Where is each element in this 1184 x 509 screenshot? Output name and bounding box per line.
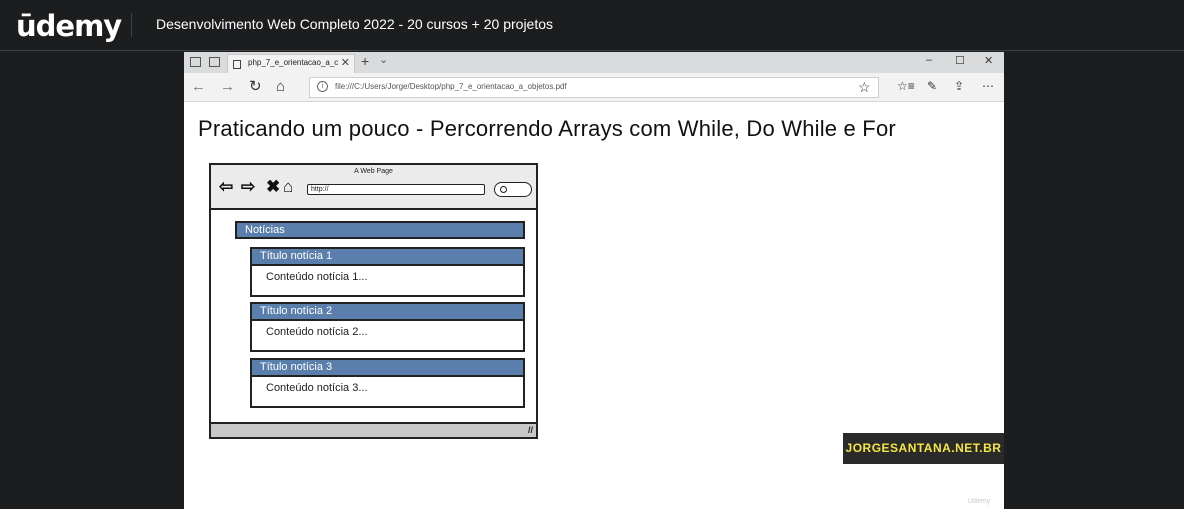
back-arrow-icon[interactable]: ← [191, 78, 206, 95]
pdf-icon [233, 60, 241, 69]
course-title[interactable]: Desenvolvimento Web Completo 2022 - 20 c… [156, 15, 553, 33]
forward-arrow-icon[interactable]: → [220, 78, 235, 95]
udemy-logo[interactable]: ūdemy [16, 4, 122, 44]
news-card-content: Conteúdo notícia 3... [266, 382, 368, 394]
mockup-status-bar: // [211, 422, 536, 437]
set-aside-tabs-icon[interactable] [209, 57, 220, 67]
browser-tab[interactable]: php_7_e_orientacao_a_c ✕ [227, 54, 355, 73]
course-header: ūdemy Desenvolvimento Web Completo 2022 … [0, 0, 1184, 51]
news-card-title: Título notícia 2 [252, 304, 523, 321]
mockup-stop-icon: ✖ [266, 177, 281, 196]
mockup-news-card: Título notícia 2 Conteúdo notícia 2... [250, 302, 525, 352]
pen-icon[interactable]: ✎ [927, 79, 937, 93]
close-window-button[interactable]: ✕ [984, 54, 993, 67]
news-card-content: Conteúdo notícia 1... [266, 271, 368, 283]
refresh-icon[interactable]: ↻ [249, 78, 262, 95]
chevron-down-icon[interactable]: ⌄ [379, 53, 388, 66]
close-tab-icon[interactable]: ✕ [341, 56, 350, 69]
address-text: file:///C:/Users/Jorge/Desktop/php_7_e_o… [335, 82, 567, 91]
wireframe-mockup: A Web Page ⇦ ⇨ ✖ ⌂ http:// Notícias Títu… [209, 163, 538, 439]
mockup-window-title: A Web Page [354, 168, 393, 175]
new-tab-button[interactable]: + [361, 53, 369, 69]
mockup-forward-icon: ⇨ [241, 177, 256, 196]
mockup-news-card: Título notícia 3 Conteúdo notícia 3... [250, 358, 525, 408]
udemy-corner-watermark: Udemy [968, 498, 991, 505]
mockup-section-header: Notícias [235, 221, 525, 239]
more-icon[interactable]: ⋯ [982, 79, 994, 93]
share-icon[interactable]: ⇪ [954, 79, 964, 93]
news-card-title: Título notícia 3 [252, 360, 523, 377]
slide-title: Praticando um pouco - Percorrendo Arrays… [198, 116, 896, 141]
mockup-url-field: http:// [307, 184, 485, 195]
mockup-news-card: Título notícia 1 Conteúdo notícia 1... [250, 247, 525, 297]
header-divider [131, 13, 132, 37]
maximize-button[interactable]: ☐ [955, 54, 965, 67]
resize-grip-icon: // [527, 425, 533, 435]
star-icon[interactable]: ☆ [858, 79, 871, 96]
watermark-badge: JORGESANTANA.NET.BR [843, 433, 1004, 464]
mockup-browser-header: A Web Page ⇦ ⇨ ✖ ⌂ http:// [211, 165, 536, 210]
info-icon[interactable]: i [317, 81, 328, 92]
tab-label: php_7_e_orientacao_a_c [248, 58, 339, 67]
video-player[interactable]: php_7_e_orientacao_a_c ✕ + ⌄ – ☐ ✕ ← → ↻… [184, 52, 1004, 509]
address-bar[interactable]: i file:///C:/Users/Jorge/Desktop/php_7_e… [309, 77, 879, 98]
news-card-title: Título notícia 1 [252, 249, 523, 266]
news-card-content: Conteúdo notícia 2... [266, 326, 368, 338]
tab-actions-icon[interactable] [190, 57, 201, 67]
home-icon[interactable]: ⌂ [276, 78, 285, 95]
browser-tab-bar: php_7_e_orientacao_a_c ✕ + ⌄ – ☐ ✕ [184, 52, 1004, 73]
mockup-back-icon: ⇦ [219, 177, 234, 196]
browser-nav-bar: ← → ↻ ⌂ i file:///C:/Users/Jorge/Desktop… [184, 73, 1004, 102]
search-icon [494, 182, 532, 197]
mockup-home-icon: ⌂ [283, 177, 294, 196]
favorites-icon[interactable]: ☆≡ [897, 79, 915, 93]
minimize-button[interactable]: – [926, 54, 932, 66]
udemy-logo-text: ūdemy [16, 9, 122, 43]
